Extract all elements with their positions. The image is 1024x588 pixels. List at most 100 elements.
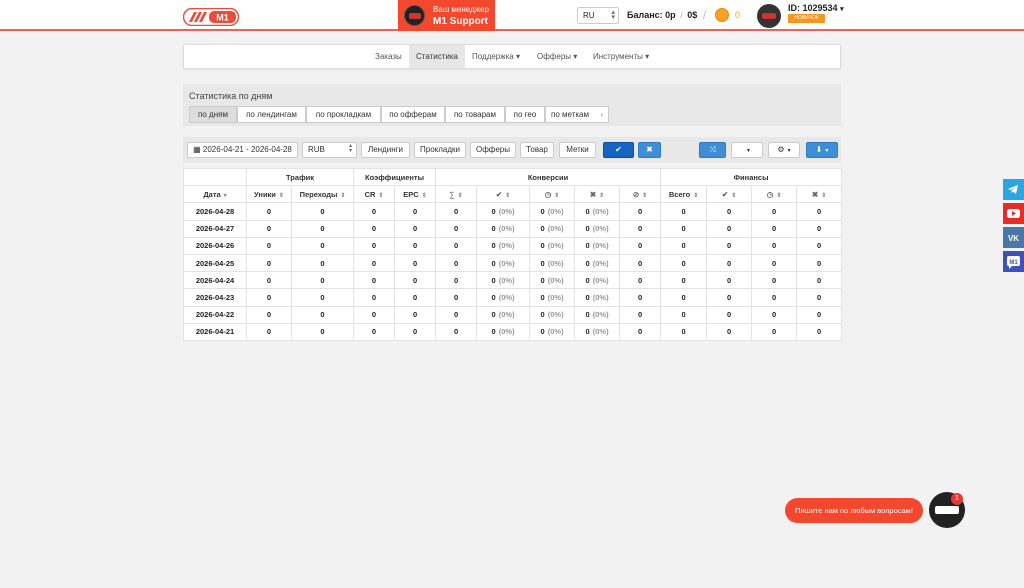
nav-offers[interactable]: Офферы ▾	[532, 45, 582, 68]
col-date[interactable]: Дата ▾	[183, 185, 247, 204]
row-date: 2026-04-23	[183, 288, 247, 307]
col-epc[interactable]: EPC ⇕	[394, 185, 437, 204]
clock-icon: ◷	[544, 189, 552, 199]
shuffle-button[interactable]: ⤨	[699, 142, 726, 158]
col-total[interactable]: Всего ⇕	[660, 185, 708, 204]
tab-by-landings[interactable]: по лендингам	[237, 106, 306, 123]
sort-desc-icon: ▾	[223, 192, 227, 199]
download-dropdown[interactable]: ⬇ ▾	[806, 142, 838, 158]
product-button[interactable]: Товар	[520, 142, 554, 158]
m1-logo[interactable]: M1	[183, 8, 239, 26]
nav-tools[interactable]: Инструменты ▾	[588, 45, 654, 68]
nav-support[interactable]: Поддержка ▾	[467, 45, 525, 68]
main-nav: Заказы Статистика Поддержка ▾ Офферы ▾ И…	[183, 44, 841, 69]
tags-button[interactable]: Метки	[559, 142, 596, 158]
sort-icon: ⇕	[821, 192, 827, 199]
col-pending[interactable]: ◷ ⇕	[529, 185, 576, 204]
col-trash[interactable]: ⊘ ⇕	[619, 185, 662, 204]
apply-check-button[interactable]: ✔	[603, 142, 634, 158]
row-date: 2026-04-22	[183, 305, 247, 324]
table-row: 2026-04-26 0 0 0 0 0 0 (0%) 0 (0%) 0 (0%) 0 0 0 0 0	[183, 236, 843, 255]
tab-by-geo[interactable]: по гео	[505, 106, 545, 123]
landings-button[interactable]: Лендинги	[361, 142, 410, 158]
language-select[interactable]: RU ▴ ▾	[577, 7, 619, 24]
currency-select[interactable]: RUB ▴ ▾	[302, 142, 357, 158]
col-cr[interactable]: CR ⇕	[353, 185, 396, 204]
download-icon: ⬇	[815, 145, 823, 154]
gear-icon: ⚙	[777, 145, 785, 154]
prelands-button[interactable]: Прокладки	[414, 142, 466, 158]
m1-chat-icon[interactable]: M1	[1003, 251, 1024, 272]
col-uniques[interactable]: Уники ⇕	[246, 185, 292, 204]
tab-by-days[interactable]: по дням	[189, 106, 237, 123]
youtube-icon[interactable]	[1003, 203, 1024, 224]
balance-usd: 0$	[687, 10, 698, 20]
table-row: 2026-04-23 0 0 0 0 0 0 (0%) 0 (0%) 0 (0%) 0 0 0 0 0	[183, 288, 843, 307]
close-icon: ✖	[646, 145, 653, 154]
user-status-badge: НОВИЧОК	[788, 14, 825, 23]
col-fin-rejected[interactable]: ✖ ⇕	[796, 185, 843, 204]
group-finance: Финансы	[660, 167, 843, 187]
page-title: Статистика по дням	[189, 91, 273, 101]
updown-icon: ▴ ▾	[348, 143, 352, 154]
row-date: 2026-04-28	[183, 202, 247, 221]
date-range-picker[interactable]: ▦ 2026-04-21 - 2026-04-28	[187, 142, 298, 158]
table-row: 2026-04-28 0 0 0 0 0 0 (0%) 0 (0%) 0 (0%) 0 0 0 0 0	[183, 202, 843, 221]
vk-icon[interactable]: VK	[1003, 227, 1024, 248]
row-date: 2026-04-26	[183, 236, 247, 255]
nav-statistics[interactable]: Статистика	[409, 45, 465, 68]
row-date: 2026-04-24	[183, 271, 247, 290]
chat-prompt-button[interactable]: Пишите нам по любым вопросам!	[785, 498, 923, 523]
sort-icon: ⇕	[731, 192, 737, 199]
manager-name: M1 Support	[433, 16, 488, 27]
chevron-right-icon: ›	[600, 110, 603, 119]
settings-dropdown[interactable]: ⚙ ▾	[768, 142, 800, 158]
sort-icon: ⇕	[457, 192, 463, 199]
sort-icon: ⇕	[599, 192, 605, 199]
coin-icon	[715, 8, 729, 22]
stats-panel: Статистика по дням по дням по лендингам …	[183, 84, 841, 126]
table-row: 2026-04-21 0 0 0 0 0 0 (0%) 0 (0%) 0 (0%) 0 0 0 0 0	[183, 322, 843, 341]
manager-label: Ваш менеджер	[433, 5, 489, 14]
col-sum[interactable]: ∑ ⇕	[435, 185, 478, 204]
col-fin-pending[interactable]: ◷ ⇕	[751, 185, 798, 204]
row-date: 2026-04-27	[183, 219, 247, 238]
reset-close-button[interactable]: ✖	[638, 142, 661, 158]
svg-text:M1: M1	[216, 13, 229, 23]
offers-button[interactable]: Офферы	[470, 142, 516, 158]
table-row: 2026-04-27 0 0 0 0 0 0 (0%) 0 (0%) 0 (0%) 0 0 0 0 0	[183, 219, 843, 238]
sort-icon: ⇕	[421, 192, 427, 199]
sort-icon: ⇕	[505, 192, 511, 199]
sort-icon: ⇕	[340, 192, 346, 199]
tab-by-prelands[interactable]: по прокладкам	[306, 106, 381, 123]
balance: Баланс: 0р / 0$	[627, 10, 698, 20]
user-avatar[interactable]	[757, 4, 781, 28]
table-row: 2026-04-22 0 0 0 0 0 0 (0%) 0 (0%) 0 (0%) 0 0 0 0 0	[183, 305, 843, 324]
group-ratios: Коэффициенты	[353, 167, 437, 187]
col-clicks[interactable]: Переходы ⇕	[290, 185, 355, 204]
sort-icon: ⇕	[642, 192, 648, 199]
telegram-icon[interactable]	[1003, 179, 1024, 200]
user-id-dropdown[interactable]: ID: 1029534 ▾	[788, 3, 844, 13]
filter-toolbar: ▦ 2026-04-21 - 2026-04-28 RUB ▴ ▾ Лендинги…	[183, 137, 841, 163]
manager-block[interactable]: Ваш менеджер M1 Support	[398, 0, 495, 31]
sort-icon: ⇕	[554, 192, 560, 199]
row-date: 2026-04-21	[183, 322, 247, 341]
empty-dropdown[interactable]: ▾	[731, 142, 763, 158]
sort-icon: ⇕	[378, 192, 384, 199]
group-conversions: Конверсии	[435, 167, 662, 187]
divider: /	[703, 8, 707, 22]
top-header: M1 Ваш менеджер M1 Support RU ▴ ▾ Баланс:…	[0, 0, 1024, 31]
tab-by-products[interactable]: по товарам	[445, 106, 505, 123]
tab-by-tags[interactable]: по меткам ›	[545, 106, 609, 123]
check-icon: ✔	[721, 189, 729, 199]
col-approved[interactable]: ✔ ⇕	[476, 185, 531, 204]
col-fin-approved[interactable]: ✔ ⇕	[706, 185, 753, 204]
tab-by-offers[interactable]: по офферам	[381, 106, 445, 123]
check-icon: ✔	[495, 189, 503, 199]
chat-unread-badge: 1	[951, 493, 963, 505]
calendar-icon: ▦	[193, 145, 203, 154]
coin-count: 0	[735, 10, 741, 20]
nav-orders[interactable]: Заказы	[370, 45, 407, 68]
col-rejected[interactable]: ✖ ⇕	[574, 185, 621, 204]
